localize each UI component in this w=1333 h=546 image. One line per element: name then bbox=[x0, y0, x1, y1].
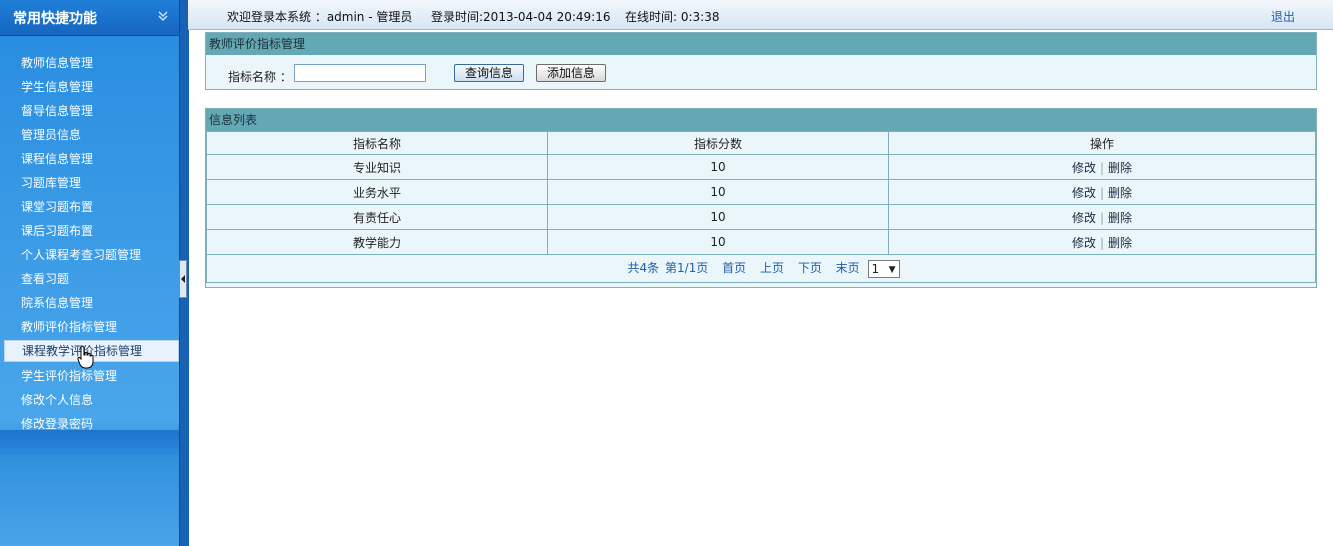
edit-link[interactable]: 修改 bbox=[1072, 186, 1096, 200]
pager-row: 共4条 第1/1页 首页 上页 下页 末页 1 ▼ bbox=[206, 254, 1316, 283]
action-separator: | bbox=[1099, 210, 1105, 225]
pager-last-link[interactable]: 末页 bbox=[836, 261, 860, 275]
pager: 共4条 第1/1页 首页 上页 下页 末页 1 ▼ bbox=[206, 254, 1316, 283]
column-header-actions: 操作 bbox=[888, 131, 1316, 155]
sidebar-menu: 教师信息管理 学生信息管理 督导信息管理 管理员信息 课程信息管理 习题库管理 课堂习题布置… bbox=[0, 51, 179, 436]
list-panel-title: 信息列表 bbox=[206, 109, 1316, 131]
pager-total: 共4条 bbox=[627, 261, 660, 276]
sidebar-item[interactable]: 课后习题布置 bbox=[0, 219, 179, 243]
sidebar-item[interactable]: 院系信息管理 bbox=[0, 291, 179, 315]
indicator-table: 指标名称 指标分数 操作 专业知识 10 修改 | 删除 业务水平 10 修改 | 删除 有责任心 1… bbox=[206, 131, 1316, 283]
sidebar-header: 常用快捷功能 bbox=[0, 0, 179, 36]
edit-link[interactable]: 修改 bbox=[1072, 236, 1096, 250]
sidebar-item[interactable]: 个人课程考查习题管理 bbox=[0, 243, 179, 267]
sidebar-item[interactable]: 学生评价指标管理 bbox=[0, 364, 179, 388]
sidebar-title: 常用快捷功能 bbox=[13, 11, 97, 27]
edit-link[interactable]: 修改 bbox=[1072, 211, 1096, 225]
indicator-name-input[interactable] bbox=[294, 64, 426, 82]
action-separator: | bbox=[1099, 160, 1105, 175]
collapse-sidebar-handle[interactable] bbox=[179, 260, 187, 298]
pager-page-info: 第1/1页 bbox=[664, 261, 709, 276]
search-panel: 教师评价指标管理 指标名称 ： 查询信息 添加信息 bbox=[205, 32, 1317, 90]
cell-indicator-name: 教学能力 bbox=[206, 229, 548, 255]
sidebar-item[interactable]: 习题库管理 bbox=[0, 171, 179, 195]
search-panel-title: 教师评价指标管理 bbox=[206, 33, 1316, 55]
query-button[interactable]: 查询信息 bbox=[454, 64, 524, 82]
cell-actions: 修改 | 删除 bbox=[888, 229, 1316, 255]
cell-actions: 修改 | 删除 bbox=[888, 179, 1316, 205]
pager-next-link[interactable]: 下页 bbox=[798, 261, 822, 275]
cell-actions: 修改 | 删除 bbox=[888, 154, 1316, 180]
online-time: 在线时间: 0:3:38 bbox=[625, 10, 720, 24]
top-bar: 欢迎登录本系统 ：admin - 管理员 登录时间:2013-04-04 20:… bbox=[188, 0, 1333, 30]
action-separator: | bbox=[1099, 185, 1105, 200]
caret-down-icon: ▼ bbox=[888, 264, 896, 275]
cell-indicator-name: 业务水平 bbox=[206, 179, 548, 205]
table-row: 业务水平 10 修改 | 删除 bbox=[206, 179, 1316, 205]
page-select-value: 1 bbox=[871, 261, 880, 276]
delete-link[interactable]: 删除 bbox=[1108, 211, 1132, 225]
cell-indicator-score: 10 bbox=[547, 229, 889, 255]
cell-indicator-name: 有责任心 bbox=[206, 204, 548, 230]
logout-link[interactable]: 退出 bbox=[1271, 8, 1295, 25]
welcome-text: 欢迎登录本系统 ：admin - 管理员 bbox=[227, 10, 413, 24]
page-select[interactable]: 1 ▼ bbox=[867, 259, 900, 278]
indicator-name-label: 指标名称 ： bbox=[228, 70, 292, 84]
delete-link[interactable]: 删除 bbox=[1108, 161, 1132, 175]
double-chevron-down-icon[interactable] bbox=[156, 9, 170, 23]
sidebar: 常用快捷功能 教师信息管理 学生信息管理 督导信息管理 管理员信息 课程信息管理 习题库管… bbox=[0, 0, 179, 546]
arrow-left-icon bbox=[181, 275, 185, 283]
table-header-row: 指标名称 指标分数 操作 bbox=[206, 131, 1316, 155]
cell-indicator-score: 10 bbox=[547, 204, 889, 230]
sidebar-item[interactable]: 修改个人信息 bbox=[0, 388, 179, 412]
sidebar-item[interactable]: 督导信息管理 bbox=[0, 99, 179, 123]
edit-link[interactable]: 修改 bbox=[1072, 161, 1096, 175]
pager-prev-link[interactable]: 上页 bbox=[760, 261, 784, 275]
delete-link[interactable]: 删除 bbox=[1108, 186, 1132, 200]
sidebar-item[interactable]: 课程信息管理 bbox=[0, 147, 179, 171]
table-row: 教学能力 10 修改 | 删除 bbox=[206, 229, 1316, 255]
sidebar-item[interactable]: 教师信息管理 bbox=[0, 51, 179, 75]
delete-link[interactable]: 删除 bbox=[1108, 236, 1132, 250]
table-row: 有责任心 10 修改 | 删除 bbox=[206, 204, 1316, 230]
cell-indicator-name: 专业知识 bbox=[206, 154, 548, 180]
cell-indicator-score: 10 bbox=[547, 179, 889, 205]
add-button[interactable]: 添加信息 bbox=[536, 64, 606, 82]
sidebar-item[interactable]: 课程教学评价指标管理 bbox=[4, 340, 179, 362]
sidebar-item[interactable]: 教师评价指标管理 bbox=[0, 315, 179, 339]
list-panel: 信息列表 指标名称 指标分数 操作 专业知识 10 修改 | 删除 业务水平 10 修改 | 删除… bbox=[205, 108, 1317, 288]
sidebar-item[interactable]: 查看习题 bbox=[0, 267, 179, 291]
action-separator: | bbox=[1099, 235, 1105, 250]
sidebar-item[interactable]: 管理员信息 bbox=[0, 123, 179, 147]
sidebar-item[interactable]: 课堂习题布置 bbox=[0, 195, 179, 219]
column-header-score: 指标分数 bbox=[547, 131, 889, 155]
pager-first-link[interactable]: 首页 bbox=[722, 261, 746, 275]
column-header-name: 指标名称 bbox=[206, 131, 548, 155]
sidebar-footer-band bbox=[0, 430, 179, 455]
sidebar-item[interactable]: 学生信息管理 bbox=[0, 75, 179, 99]
cell-indicator-score: 10 bbox=[547, 154, 889, 180]
login-time: 登录时间:2013-04-04 20:49:16 bbox=[431, 10, 611, 24]
cell-actions: 修改 | 删除 bbox=[888, 204, 1316, 230]
table-row: 专业知识 10 修改 | 删除 bbox=[206, 154, 1316, 180]
